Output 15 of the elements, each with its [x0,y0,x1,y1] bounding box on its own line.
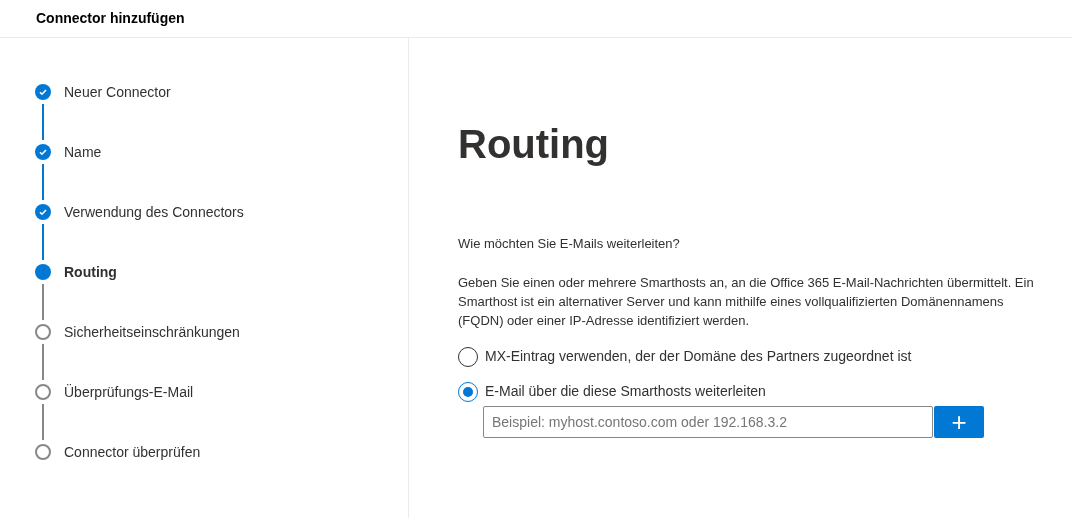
add-button[interactable]: + [934,406,984,438]
description-text: Geben Sie einen oder mehrere Smarthosts an, an die Office 365 E-Mail-Nachrichten übermittelt. Ein Smarthost ist ein alternativer Server und kann mithilfe eines vollqualifizierten Domänennamens (FQDN) oder einer IP-Adresse identifiziert werden. [458,274,1035,330]
step-label: Routing [64,262,117,282]
step-label: Überprüfungs-E-Mail [64,382,194,402]
step-label: Neuer Connector [64,82,171,102]
step-label: Sicherheitseinschränkungen [64,322,240,342]
page-heading: Routing [458,121,611,168]
step-label: Name [64,142,102,162]
smarthost-field[interactable]: Beispiel: myhost.contoso.com oder 192.168.3.2 [483,406,933,438]
step-label: Connector überprüfen [64,442,201,462]
radio-label: MX-Eintrag verwenden, der der Domäne des Partners zugeordnet ist [485,347,912,366]
question-text: Wie möchten Sie E-Mails weiterleiten? [458,235,681,253]
radio-label: E-Mail über die diese Smarthosts weiterleiten [485,382,766,401]
step-label: Verwendung des Connectors [64,202,244,222]
window-title: Connector hinzufügen [36,9,185,28]
